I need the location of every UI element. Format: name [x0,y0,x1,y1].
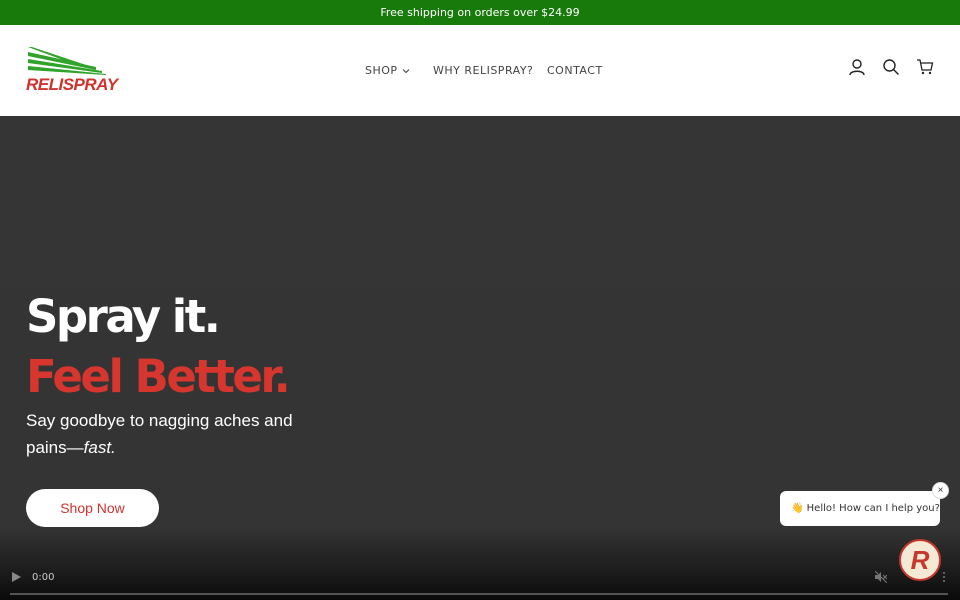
video-progress-bar[interactable] [10,593,948,595]
chat-close-button[interactable]: × [932,482,949,499]
nav-why-label: WHY RELISPRAY? [433,64,534,77]
close-icon: × [937,485,944,496]
announcement-bar: Free shipping on orders over $24.99 [0,0,960,25]
chat-launcher-logo: R [910,544,930,575]
nav-contact[interactable]: CONTACT [547,64,603,77]
nav-why-relispray[interactable]: WHY RELISPRAY? [433,64,533,77]
search-icon[interactable] [882,58,900,76]
wave-icon: 👋 [791,503,804,514]
mute-icon[interactable] [875,571,887,583]
chat-greeting-bubble[interactable]: 👋 Hello! How can I help you? [780,491,940,526]
hero-subtitle: Say goodbye to nagging aches and pains—f… [26,407,326,461]
nav-shop[interactable]: SHOP [365,64,410,77]
video-time: 0:00 [32,572,55,583]
shop-now-label: Shop Now [60,500,125,516]
chat-greeting-text: Hello! How can I help you? [806,503,940,514]
hero-subtitle-emphasis: fast. [83,438,116,457]
video-controls: 0:00 [0,562,960,600]
chat-launcher-button[interactable]: R [899,539,941,581]
chevron-down-icon [402,68,409,73]
hero-subtitle-text: Say goodbye to nagging aches and pains— [26,411,293,457]
announcement-text: Free shipping on orders over $24.99 [380,6,580,19]
nav-contact-label: CONTACT [547,64,603,77]
shop-now-button[interactable]: Shop Now [26,489,159,527]
brand-logo[interactable]: RELISPRAY [26,45,120,97]
more-options-icon[interactable] [942,571,946,583]
hero-headline-2: Feel Better. [26,350,291,403]
nav-shop-label: SHOP [365,64,398,77]
site-header: RELISPRAY SHOP WHY RELISPRAY? CONTACT [0,25,960,116]
logo-wordmark: RELISPRAY [26,75,118,94]
hero-headline-1: Spray it. [26,290,221,343]
logo-stripes-icon [28,47,106,75]
play-icon[interactable] [12,572,21,582]
account-icon[interactable] [848,58,866,76]
cart-icon[interactable] [916,58,934,76]
